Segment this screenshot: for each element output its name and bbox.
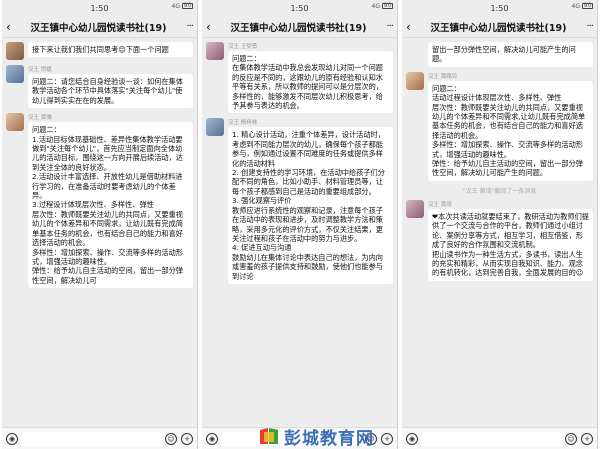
sender-name: 汉王 黄琦	[428, 201, 452, 208]
group-title: 汉王镇中心幼儿园悦读书社(19)	[430, 22, 567, 34]
battery-icon: 90	[582, 2, 593, 9]
emoji-icon[interactable]: ☺	[165, 432, 177, 445]
more-options-icon[interactable]: ···	[579, 21, 594, 32]
status-bar: 1:50 4G 90	[2, 0, 197, 16]
chat-header: ‹ 汉王镇中心幼儿园悦读书社(19) ···	[402, 16, 597, 38]
input-bar: ◉ ☺ +	[402, 427, 597, 449]
sender-name: 汉王 杨梓林	[228, 120, 258, 127]
emoji-icon[interactable]: ☺	[565, 432, 577, 445]
status-bar: 1:50 4G 90	[202, 0, 397, 16]
avatar[interactable]	[206, 118, 224, 137]
watermark-text: 彭城教育网	[284, 428, 374, 449]
sender-name: 汉王 思媛	[28, 67, 52, 73]
chat-screen-2: 1:50 4G 90 ‹ 汉王镇中心幼儿园悦读书社(19) ··· 汉王 王梦勇 …	[202, 0, 398, 449]
plus-icon[interactable]: +	[581, 432, 593, 445]
chat-header: ‹ 汉王镇中心幼儿园悦读书社(19) ···	[202, 16, 397, 38]
message-bubble[interactable]: ❤本次共读活动就要结束了，教研活动为教师们提供了一个交流与合作的平台，教师们通过…	[428, 208, 593, 281]
signal-icon: 4G	[571, 3, 580, 10]
message: 汉王 黄雅 问题二： 1.活动目标体现基础性、差异性集体教学活动要做到"关注每个…	[6, 113, 193, 289]
clock: 1:50	[290, 3, 309, 13]
message-bubble[interactable]: 留出一部分弹性空间，解决幼儿可能产生的问题。	[428, 42, 593, 67]
more-options-icon[interactable]: ···	[379, 21, 394, 32]
chat-header: ‹ 汉王镇中心幼儿园悦读书社(19) ···	[2, 16, 197, 38]
voice-icon[interactable]: ◉	[206, 432, 218, 445]
message: 汉王 杨梓林 1. 精心设计活动，注重个体差异，设计活动时，考虑到不同能力层次的…	[206, 118, 393, 284]
message: 汉王 王梦勇 问题二： 在集体教学活动中我总会发现幼儿对同一个问题的反应是不同的…	[206, 42, 393, 114]
message-list[interactable]: 留出一部分弹性空间，解决幼儿可能产生的问题。 汉王 黄路铃 问题二： 活动过程设…	[402, 38, 597, 427]
sender-name: 汉王 王梦勇	[228, 44, 258, 50]
group-title: 汉王镇中心幼儿园悦读书社(19)	[30, 22, 167, 34]
message-bubble[interactable]: 问题二： 在集体教学活动中我总会发现幼儿对同一个问题的反应是不同的，这跟幼儿的原…	[228, 51, 393, 114]
battery-icon: 90	[382, 2, 393, 9]
message-bubble[interactable]: 问题二： 1.活动目标体现基础性、差异性集体教学活动要做到"关注每个幼儿"，首先…	[28, 122, 193, 289]
message-list[interactable]: 接下来让我们我们共同思考😊下面一个问题 汉王 思媛 问题二：请您结合自身经验谈一…	[2, 38, 197, 427]
input-bar: ◉ ☺ +	[2, 427, 197, 449]
signal-icon: 4G	[371, 3, 380, 10]
message-bubble[interactable]: 1. 精心设计活动，注重个体差异，设计活动时，考虑到不同能力层次的幼儿，确保每个…	[228, 127, 393, 284]
chat-screen-3: 1:50 4G 90 ‹ 汉王镇中心幼儿园悦读书社(19) ··· 留出一部分弹性…	[402, 0, 598, 449]
message-bubble[interactable]: 接下来让我们我们共同思考😊下面一个问题	[28, 42, 193, 58]
signal-icon: 4G	[171, 3, 180, 10]
plus-icon[interactable]: +	[381, 432, 393, 445]
clock: 1:50	[490, 3, 509, 13]
voice-icon[interactable]: ◉	[6, 432, 18, 445]
avatar[interactable]	[6, 42, 24, 60]
avatar[interactable]	[6, 113, 24, 132]
recall-notice: "汉王 黄琦"撤回了一条消息	[462, 187, 537, 195]
clock: 1:50	[90, 3, 109, 13]
avatar[interactable]	[206, 42, 224, 60]
back-arrow-icon[interactable]: ‹	[6, 20, 18, 34]
message-input[interactable]	[422, 431, 561, 446]
chat-screen-1: 1:50 4G 90 ‹ 汉王镇中心幼儿园悦读书社(19) ··· 接下来让我们我…	[2, 0, 198, 449]
message: 接下来让我们我们共同思考😊下面一个问题	[6, 42, 193, 60]
voice-icon[interactable]: ◉	[406, 432, 418, 445]
battery-icon: 90	[182, 2, 193, 9]
back-arrow-icon[interactable]: ‹	[406, 20, 418, 34]
message-bubble[interactable]: 问题二： 活动过程设计体现层次性、多样性、弹性 层次性：教师既要关注幼儿的共同点…	[428, 80, 593, 181]
back-arrow-icon[interactable]: ‹	[206, 20, 218, 34]
more-options-icon[interactable]: ···	[179, 21, 194, 32]
avatar[interactable]	[406, 199, 424, 218]
avatar[interactable]	[406, 71, 424, 90]
status-bar: 1:50 4G 90	[402, 0, 597, 16]
avatar[interactable]	[6, 65, 24, 83]
message-bubble[interactable]: 问题二：请您结合自身经验谈一谈：如何在集体教学活动各个环节中具体落实"关注每个幼…	[28, 74, 193, 109]
group-title: 汉王镇中心幼儿园悦读书社(19)	[230, 22, 367, 34]
plus-icon[interactable]: +	[181, 432, 193, 445]
book-logo-icon	[260, 428, 278, 444]
message-input[interactable]	[22, 431, 161, 446]
message: 留出一部分弹性空间，解决幼儿可能产生的问题。	[406, 42, 593, 67]
message: 汉王 思媛 问题二：请您结合自身经验谈一谈：如何在集体教学活动各个环节中具体落实…	[6, 65, 193, 109]
sender-name: 汉王 黄雅	[28, 115, 52, 122]
sender-name: 汉王 黄路铃	[428, 73, 458, 80]
site-watermark: 彭城教育网	[258, 424, 374, 449]
message: 汉王 黄路铃 问题二： 活动过程设计体现层次性、多样性、弹性 层次性：教师既要关…	[406, 71, 593, 181]
message: 汉王 黄琦 ❤本次共读活动就要结束了，教研活动为教师们提供了一个交流与合作的平台…	[406, 199, 593, 281]
message-list[interactable]: 汉王 王梦勇 问题二： 在集体教学活动中我总会发现幼儿对同一个问题的反应是不同的…	[202, 38, 397, 427]
